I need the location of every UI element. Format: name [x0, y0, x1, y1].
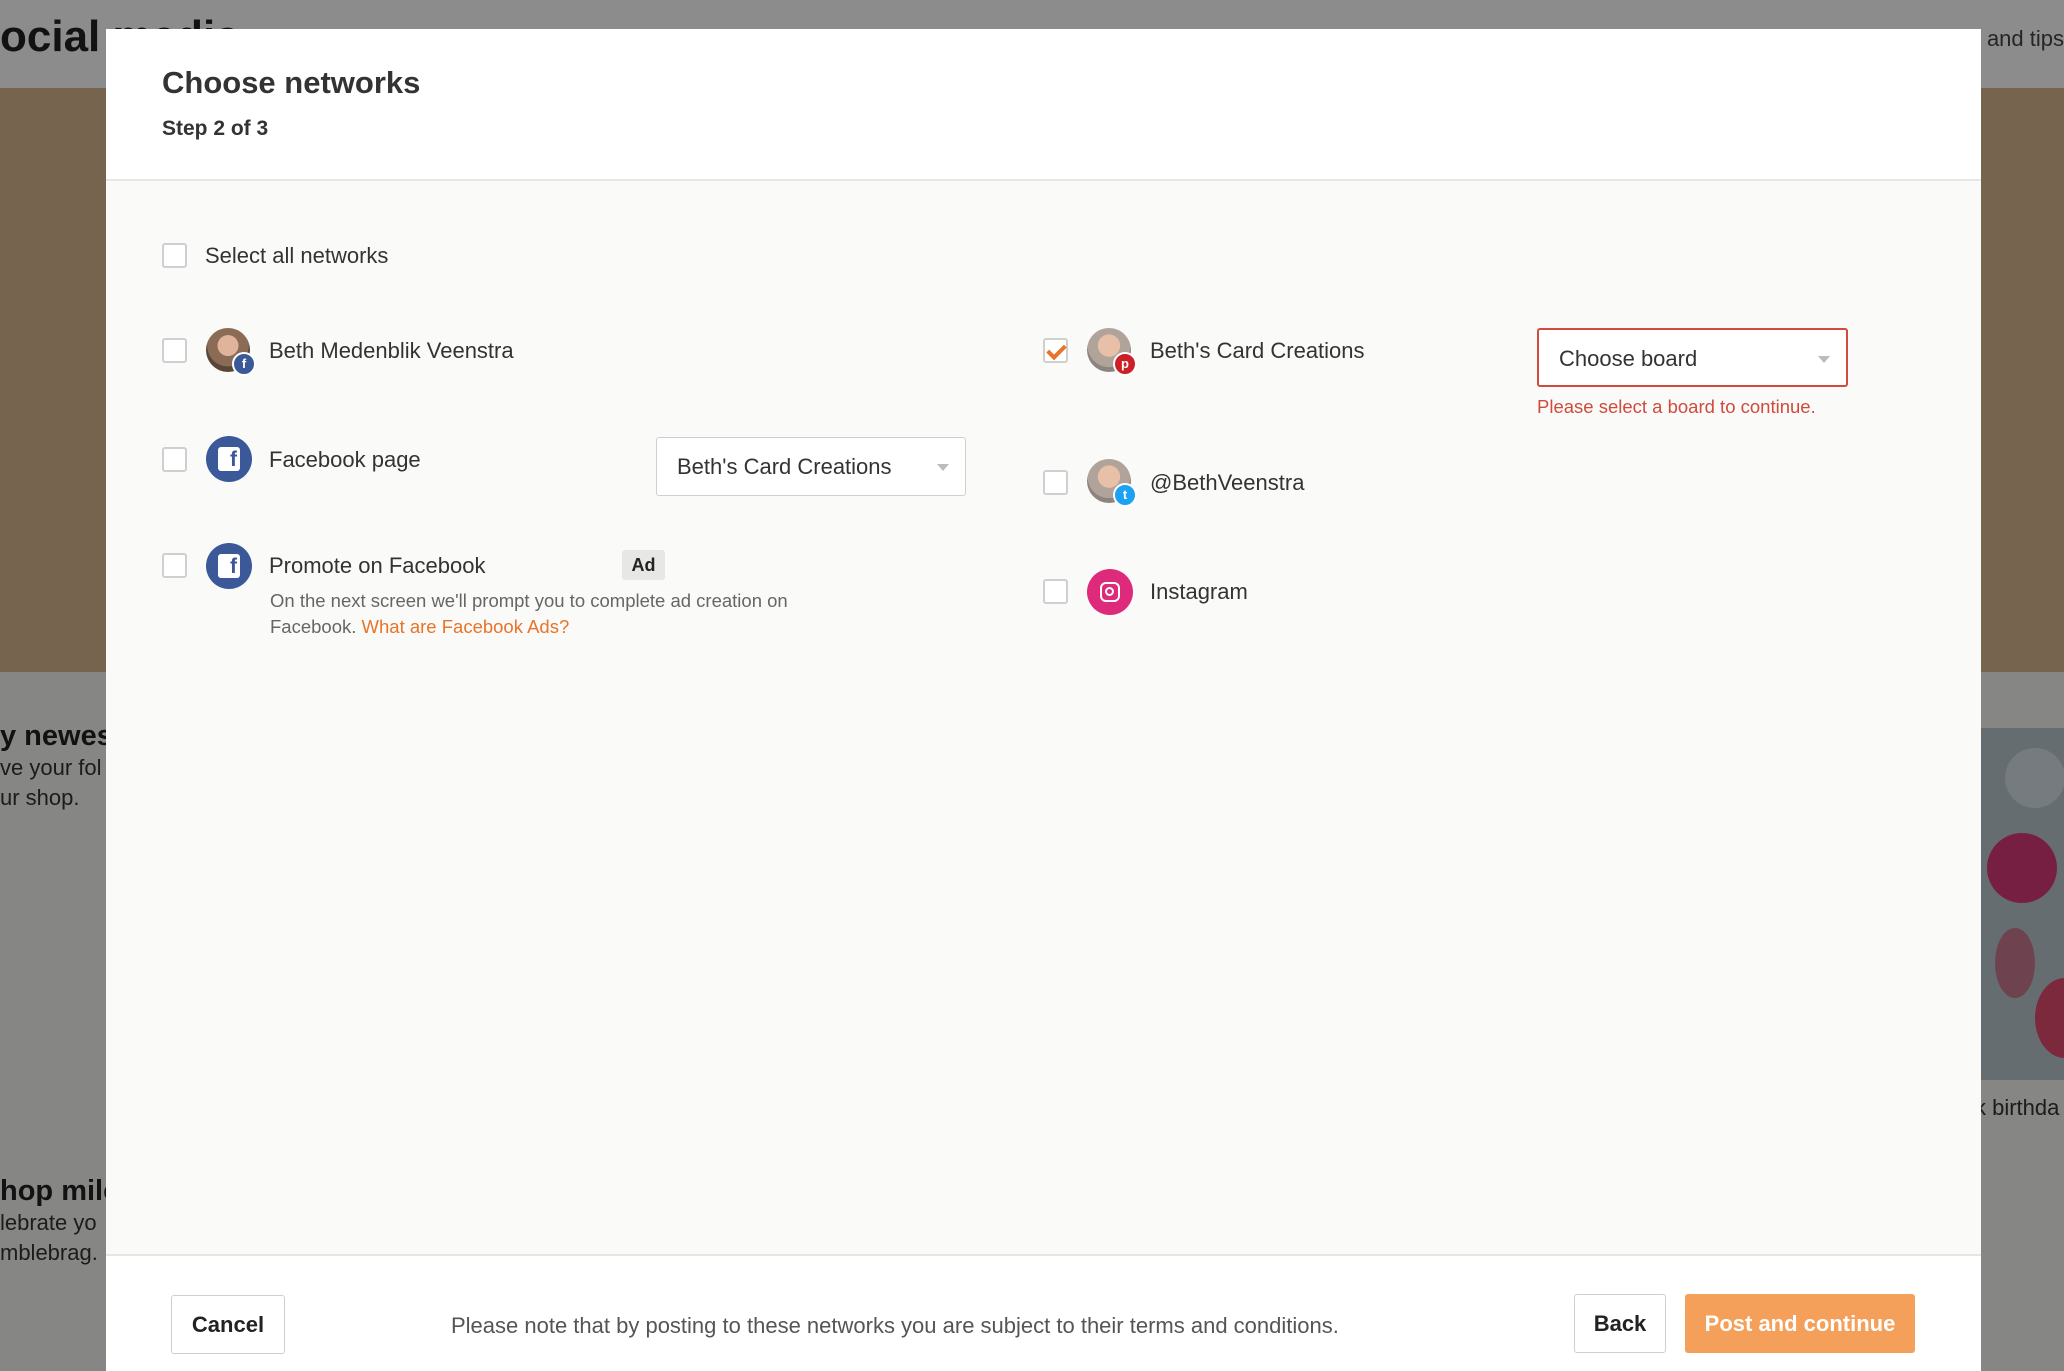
- ad-badge: Ad: [622, 550, 665, 580]
- fb-promote-label[interactable]: Promote on Facebook: [269, 553, 485, 579]
- back-button[interactable]: Back: [1574, 1294, 1666, 1353]
- twitter-avatar: t: [1087, 459, 1137, 507]
- twitter-label[interactable]: @BethVeenstra: [1150, 470, 1304, 496]
- fb-profile-avatar: f: [206, 328, 256, 376]
- pinterest-label[interactable]: Beth's Card Creations: [1150, 338, 1365, 364]
- facebook-ads-help-link[interactable]: What are Facebook Ads?: [362, 616, 570, 637]
- fb-page-checkbox[interactable]: [162, 447, 187, 472]
- pinterest-badge-icon: p: [1113, 352, 1137, 376]
- fb-promote-note: On the next screen we'll prompt you to c…: [270, 588, 870, 640]
- post-and-continue-button[interactable]: Post and continue: [1685, 1294, 1915, 1353]
- instagram-label[interactable]: Instagram: [1150, 579, 1248, 605]
- board-error-message: Please select a board to continue.: [1537, 396, 1816, 417]
- select-all-checkbox[interactable]: [162, 243, 187, 268]
- modal-footer: Cancel Please note that by posting to th…: [106, 1254, 1981, 1371]
- chevron-down-icon: [1818, 356, 1830, 363]
- select-all-label[interactable]: Select all networks: [205, 243, 388, 269]
- cancel-button[interactable]: Cancel: [171, 1295, 285, 1354]
- twitter-badge-icon: t: [1113, 483, 1137, 507]
- fb-page-select-value: Beth's Card Creations: [677, 454, 892, 479]
- pinterest-avatar: p: [1087, 328, 1137, 376]
- terms-note: Please note that by posting to these net…: [451, 1313, 1339, 1338]
- instagram-checkbox[interactable]: [1043, 579, 1068, 604]
- choose-board-select[interactable]: Choose board: [1537, 328, 1848, 387]
- step-indicator: Step 2 of 3: [162, 117, 269, 140]
- fb-promote-checkbox[interactable]: [162, 553, 187, 578]
- modal-header: Choose networks Step 2 of 3: [106, 29, 1981, 181]
- choose-networks-modal: Choose networks Step 2 of 3 Select all n…: [106, 29, 1981, 1371]
- facebook-icon: f: [206, 543, 252, 589]
- fb-page-select[interactable]: Beth's Card Creations: [656, 437, 966, 496]
- twitter-checkbox[interactable]: [1043, 470, 1068, 495]
- fb-profile-checkbox[interactable]: [162, 338, 187, 363]
- instagram-icon: [1087, 569, 1133, 615]
- pinterest-checkbox[interactable]: [1043, 338, 1068, 363]
- modal-title: Choose networks: [162, 65, 421, 100]
- facebook-badge-icon: f: [232, 352, 256, 376]
- choose-board-select-value: Choose board: [1559, 346, 1698, 371]
- facebook-icon: f: [206, 436, 252, 482]
- fb-profile-label[interactable]: Beth Medenblik Veenstra: [269, 338, 514, 364]
- chevron-down-icon: [937, 464, 949, 471]
- fb-page-label[interactable]: Facebook page: [269, 447, 421, 473]
